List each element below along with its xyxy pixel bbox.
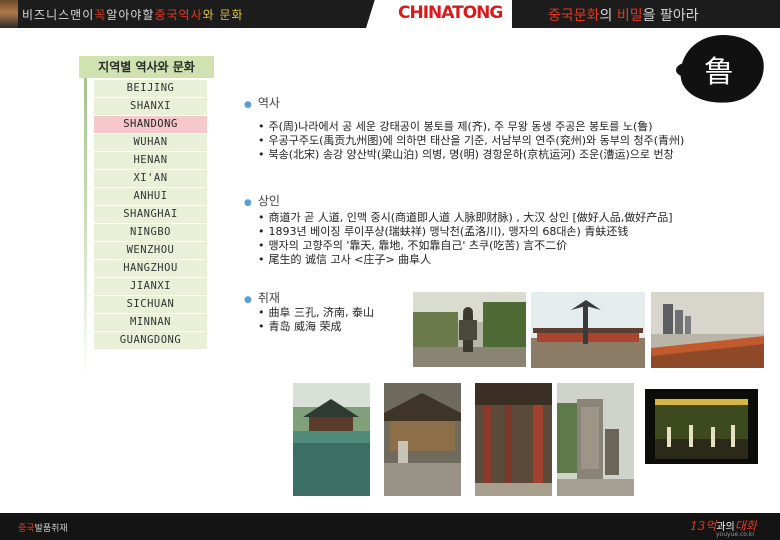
- sidebar-item-xian[interactable]: XI'AN: [94, 170, 207, 187]
- sidebar-item-hangzhou[interactable]: HANGZHOU: [94, 260, 207, 277]
- footer-bar: 중국발품취재 13억과의대화 youyue.co.kr: [0, 513, 780, 540]
- coverage-line: 曲阜 三孔, 济南, 泰山: [258, 306, 374, 320]
- history-line: 우공구주도(禹贡九州图)에 의하면 태산을 기준, 서남부의 연주(兖州)와 동…: [258, 134, 685, 148]
- sidebar-rule: [84, 78, 87, 378]
- merchant-line: 商道가 곧 人道, 인맥 중시(商道即人道 人脉即财脉) , 大汉 상인 [做好…: [258, 211, 673, 225]
- merchant-heading: ● 상인: [244, 192, 280, 209]
- sidebar-item-wenzhou[interactable]: WENZHOU: [94, 242, 207, 259]
- photo-red-pillars[interactable]: [475, 383, 552, 496]
- photo-coastline-city[interactable]: [651, 292, 764, 368]
- sidebar-item-guangdong[interactable]: GUANGDONG: [94, 332, 207, 349]
- coverage-lines: 曲阜 三孔, 济南, 泰山 青岛 威海 荣成: [258, 306, 374, 334]
- sidebar-item-minnan[interactable]: MINNAN: [94, 314, 207, 331]
- sidebar-item-ningbo[interactable]: NINGBO: [94, 224, 207, 241]
- sidebar-item-shanghai[interactable]: SHANGHAI: [94, 206, 207, 223]
- ink-splash: [676, 63, 698, 77]
- footer-label: 중국발품취재: [18, 521, 68, 534]
- photo-lake-pavilion[interactable]: [293, 383, 370, 496]
- merchant-line: 맹자의 고향주의 '靠天, 靠地, 不如靠自己' 츠쿠(吃苦) 言不二价: [258, 239, 673, 253]
- slogan-part: 알아야할: [106, 8, 155, 22]
- footer-logo-part: 13억: [690, 519, 717, 533]
- sidebar-item-shanxi[interactable]: SHANXI: [94, 98, 207, 115]
- sidebar-item-jianxi[interactable]: JIANXI: [94, 278, 207, 295]
- sidebar-item-sichuan[interactable]: SICHUAN: [94, 296, 207, 313]
- brand-logo[interactable]: CHINATONG: [398, 3, 503, 23]
- sidebar-item-shandong[interactable]: SHANDONG: [94, 116, 207, 133]
- merchant-line: 尾生的 诚信 고사 <庄子> 曲阜人: [258, 253, 673, 267]
- history-heading: ● 역사: [244, 94, 280, 111]
- slogan-part: 꼭: [94, 8, 107, 22]
- slogan-part: 을 팔아라: [642, 8, 699, 24]
- slogan-part: 중국문화: [548, 8, 600, 24]
- merchant-heading-text: 상인: [257, 194, 280, 208]
- slogan-part: 비밀: [616, 8, 643, 24]
- history-heading-text: 역사: [257, 96, 280, 110]
- history-line: 주(周)나라에서 공 세운 강태공이 봉토를 제(齐), 주 무왕 동생 주공은…: [258, 120, 684, 134]
- presenter-avatar: [0, 0, 18, 28]
- top-banner: 비즈니스맨이꼭알아야할중국역사와 문화 CHINATONG 중국문화의 비밀을 …: [0, 0, 780, 28]
- footer-label-part: 발품취재: [34, 524, 68, 534]
- bullet-dot-icon: ●: [244, 295, 252, 305]
- banner-slogan-left: 비즈니스맨이꼭알아야할중국역사와 문화: [22, 6, 244, 23]
- slogan-part: 비즈니스맨이: [22, 8, 95, 22]
- region-nav: BEIJING SHANXI SHANDONG WUHAN HENAN XI'A…: [94, 80, 207, 350]
- photo-temple-sculpture[interactable]: [531, 292, 645, 368]
- merchant-lines: 商道가 곧 人道, 인맥 중시(商道即人道 人脉即财脉) , 大汉 상인 [做好…: [258, 211, 673, 267]
- photo-temple-stones[interactable]: [384, 383, 461, 496]
- region-ink-stamp: 鲁: [675, 29, 769, 109]
- slogan-part: 와 문화: [202, 8, 244, 22]
- bullet-dot-icon: ●: [244, 198, 252, 208]
- sidebar-item-wuhan[interactable]: WUHAN: [94, 134, 207, 151]
- region-character: 鲁: [704, 55, 734, 90]
- footer-url[interactable]: youyue.co.kr: [716, 531, 755, 538]
- merchant-line: 1893년 베이징 루이푸샹(瑞蚨祥) 맹낙천(孟洛川), 맹자의 68대손) …: [258, 225, 673, 239]
- banner-slogan-right: 중국문화의 비밀을 팔아라: [548, 5, 699, 25]
- coverage-line: 青岛 威海 荣成: [258, 320, 374, 334]
- footer-label-part: 중국: [18, 524, 35, 534]
- history-lines: 주(周)나라에서 공 세운 강태공이 봉토를 제(齐), 주 무왕 동생 주공은…: [258, 120, 685, 162]
- photo-stone-stele[interactable]: [557, 383, 634, 496]
- slogan-part: 중국역사: [154, 8, 203, 22]
- photo-stage-performance[interactable]: [645, 389, 758, 464]
- history-line: 북송(北宋) 송강 양산박(梁山泊) 의병, 명(明) 경항운하(京杭运河) 조…: [258, 148, 684, 162]
- slogan-part: 의: [599, 8, 617, 24]
- bullet-dot-icon: ●: [244, 100, 252, 110]
- sidebar-item-anhui[interactable]: ANHUI: [94, 188, 207, 205]
- photo-confucius-statue[interactable]: [413, 292, 526, 367]
- sidebar-item-beijing[interactable]: BEIJING: [94, 80, 207, 97]
- sidebar-title: 지역별 역사와 문화: [79, 56, 214, 78]
- coverage-heading-text: 취재: [257, 291, 280, 305]
- coverage-heading: ● 취재: [244, 289, 280, 306]
- sidebar-item-henan[interactable]: HENAN: [94, 152, 207, 169]
